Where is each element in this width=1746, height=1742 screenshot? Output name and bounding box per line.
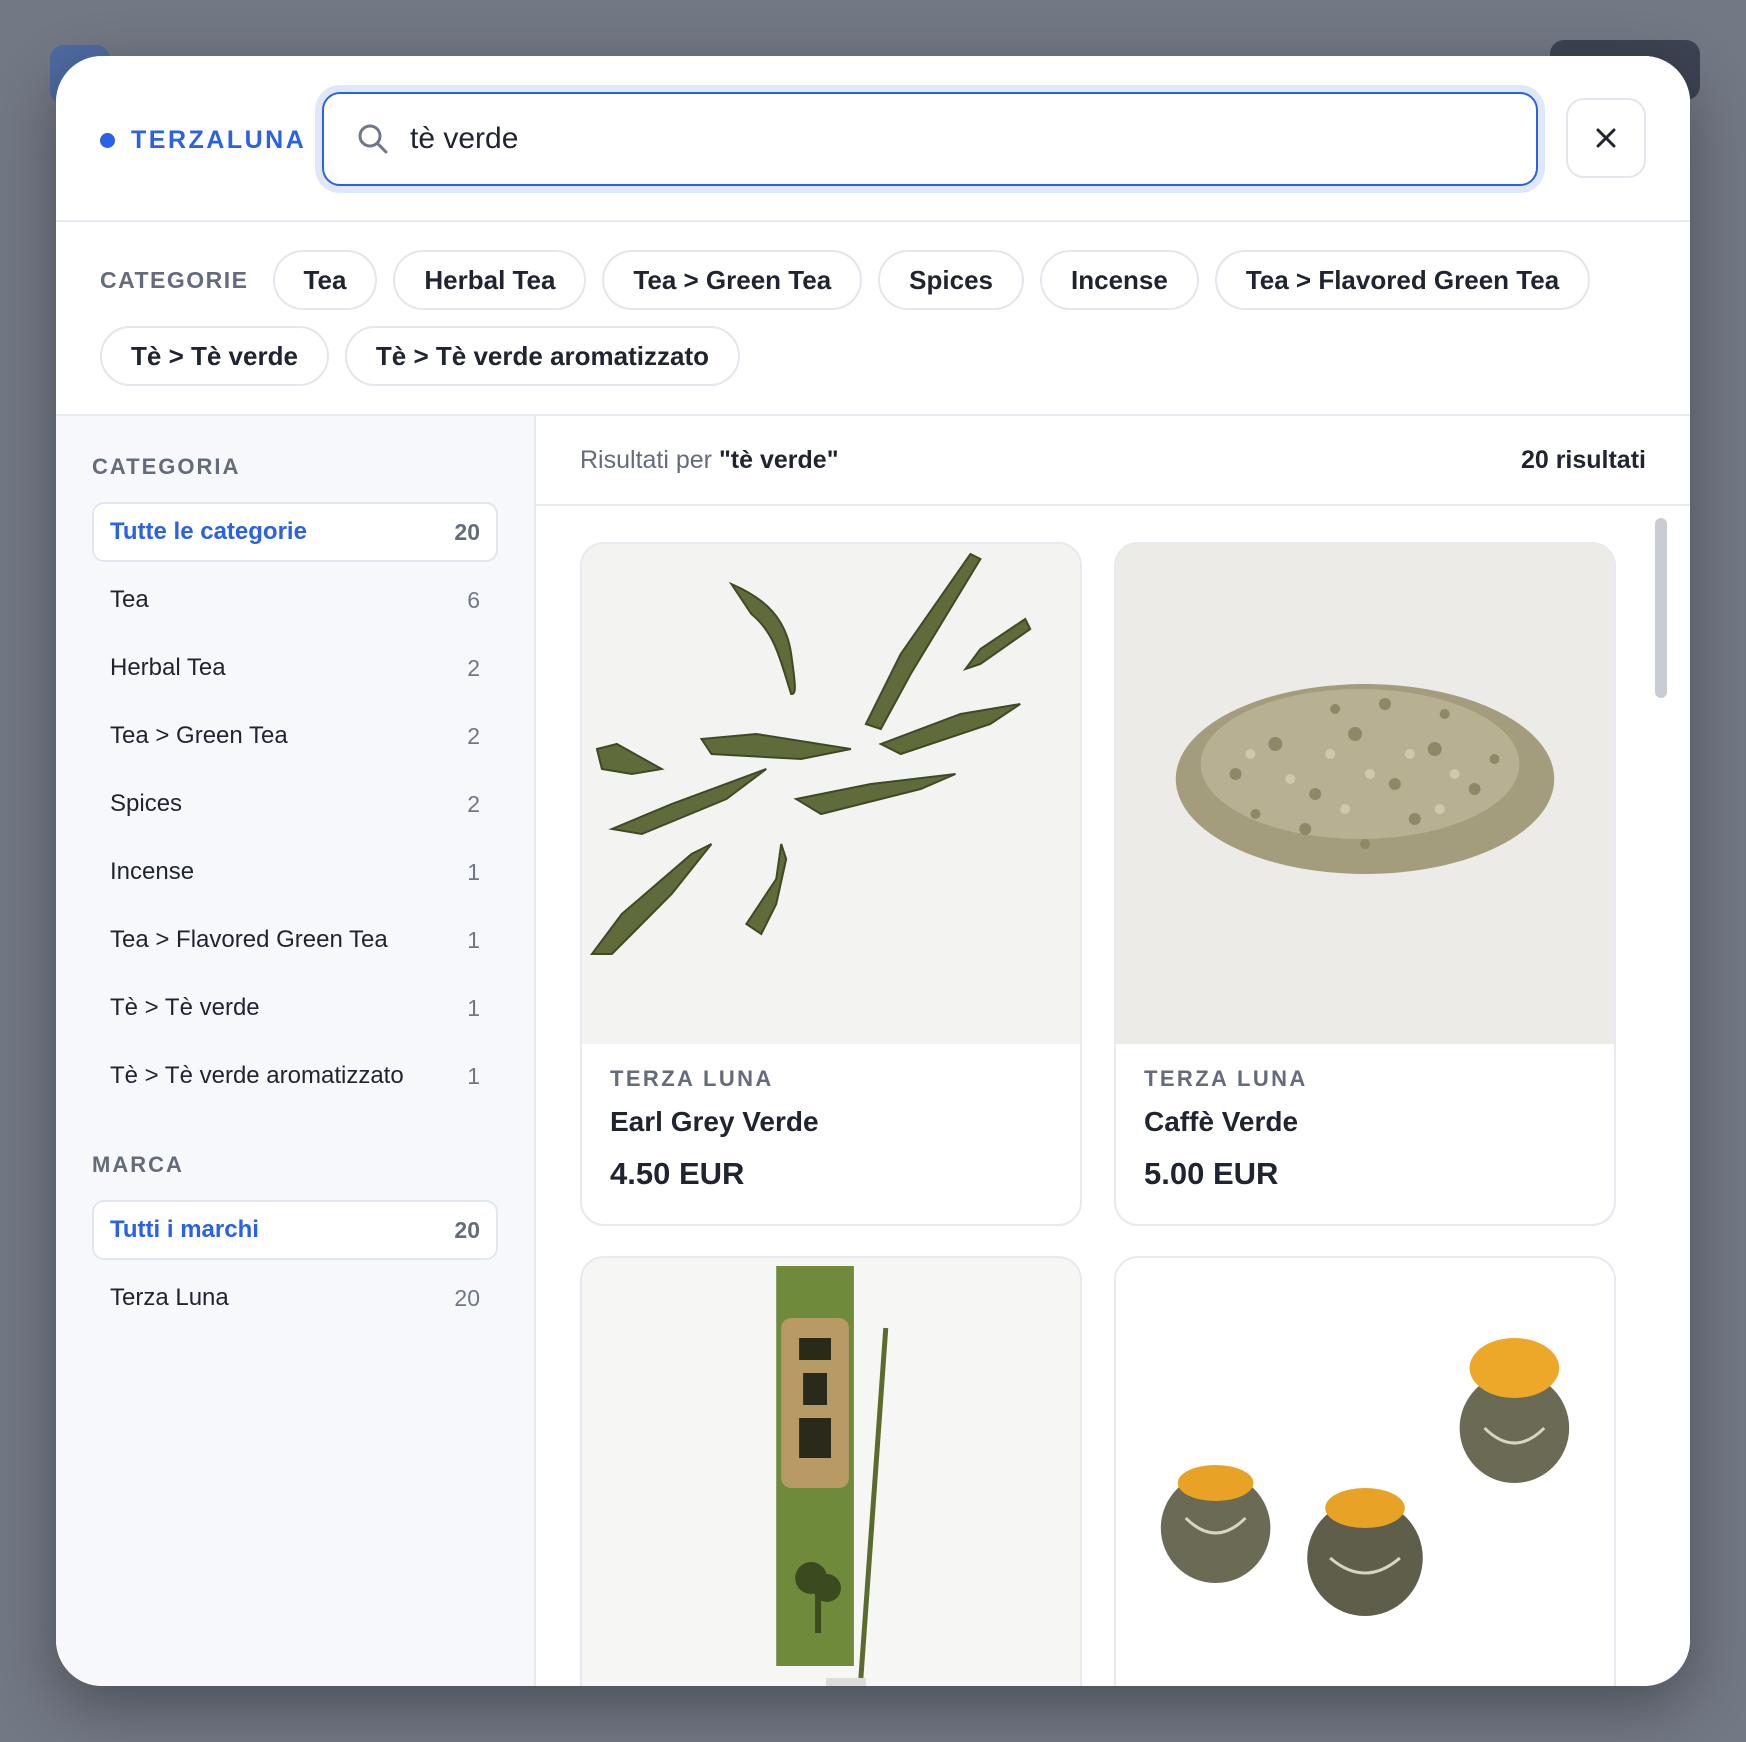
product-image-green-coffee-beans — [1116, 544, 1614, 1044]
product-info: TERZA LUNA Caffè Verde 5.00 EUR — [1116, 1044, 1614, 1224]
chips-label: CATEGORIE — [100, 266, 249, 293]
product-image-green-tea-incense — [582, 1258, 1080, 1686]
facet-label: Spices — [110, 790, 183, 817]
product-card[interactable] — [1114, 1256, 1616, 1686]
product-brand: TERZA LUNA — [610, 1066, 774, 1091]
facet-label: Tè > Tè verde — [110, 994, 260, 1021]
results-query-label: Risultati per "tè verde" — [580, 446, 839, 475]
facet-terza-luna[interactable]: Terza Luna 20 — [92, 1268, 498, 1328]
facet-count: 20 — [454, 1216, 480, 1243]
chip-incense[interactable]: Incense — [1040, 250, 1199, 310]
facet-label: Tè > Tè verde aromatizzato — [110, 1062, 404, 1089]
facet-count: 6 — [467, 586, 480, 613]
product-name: Caffè Verde — [1144, 1106, 1299, 1137]
product-price: 4.50 EUR — [610, 1156, 745, 1191]
results-scrollbar[interactable] — [1650, 510, 1672, 1686]
product-card[interactable]: TERZA LUNA Earl Grey Verde 4.50 EUR — [580, 542, 1082, 1226]
chip-tea-green-tea[interactable]: Tea > Green Tea — [602, 250, 863, 310]
category-facet-list: Tutte le categorie 20 Tea 6 Herbal Tea 2 Te… — [92, 502, 498, 1106]
facet-count: 2 — [467, 722, 480, 749]
facet-tea-green-tea[interactable]: Tea > Green Tea 2 — [92, 706, 498, 766]
product-name: Earl Grey Verde — [610, 1106, 819, 1137]
facet-label: Incense — [110, 858, 195, 885]
chip-herbal-tea[interactable]: Herbal Tea — [393, 250, 587, 310]
facet-incense[interactable]: Incense 1 — [92, 842, 498, 902]
search-header: TERZALUNA — [56, 56, 1690, 222]
facet-count: 2 — [467, 790, 480, 817]
product-price: 5.00 EUR — [1144, 1156, 1279, 1191]
facet-tea[interactable]: Tea 6 — [92, 570, 498, 630]
facet-count: 1 — [467, 926, 480, 953]
facet-count: 2 — [467, 654, 480, 681]
facet-count: 20 — [454, 1284, 480, 1311]
product-info: TERZA LUNA Earl Grey Verde 4.50 EUR — [582, 1044, 1080, 1224]
product-grid: TERZA LUNA Earl Grey Verde 4.50 EUR TERZ… — [536, 508, 1656, 1686]
product-image-flowering-tea-balls — [1116, 1258, 1614, 1686]
product-image-green-tea-leaves — [582, 544, 1080, 1044]
results-header: Risultati per "tè verde" 20 risultati — [536, 416, 1690, 506]
chip-spices[interactable]: Spices — [878, 250, 1024, 310]
product-card[interactable]: TERZA LUNA Caffè Verde 5.00 EUR — [1114, 542, 1616, 1226]
facet-label: Tea > Green Tea — [110, 722, 288, 749]
facet-count: 1 — [467, 858, 480, 885]
facet-label: Tea > Flavored Green Tea — [110, 926, 388, 953]
brand-name: TERZALUNA — [131, 126, 307, 154]
facet-count: 1 — [467, 1062, 480, 1089]
chip-te-te-verde-aromatizzato[interactable]: Tè > Tè verde aromatizzato — [344, 326, 740, 386]
search-icon — [356, 122, 390, 156]
chip-tea[interactable]: Tea — [272, 250, 378, 310]
product-card[interactable] — [580, 1256, 1082, 1686]
filter-sidebar: CATEGORIA Tutte le categorie 20 Tea 6 Herb… — [56, 416, 536, 1686]
facet-tea-flavored-green-tea[interactable]: Tea > Flavored Green Tea 1 — [92, 910, 498, 970]
facet-te-te-verde[interactable]: Tè > Tè verde 1 — [92, 978, 498, 1038]
facet-all-brands[interactable]: Tutti i marchi 20 — [92, 1200, 498, 1260]
facet-count: 20 — [454, 518, 480, 545]
search-box[interactable] — [322, 92, 1538, 186]
facet-label: Terza Luna — [110, 1284, 229, 1311]
brand-dot-icon — [100, 133, 115, 148]
category-heading: CATEGORIA — [92, 454, 241, 479]
facet-te-te-verde-aromatizzato[interactable]: Tè > Tè verde aromatizzato 1 — [92, 1046, 498, 1106]
category-chip-bar: CATEGORIE Tea Herbal Tea Tea > Green Tea… — [56, 222, 1690, 416]
search-modal: TERZALUNA CATEGORIE Tea Herbal Tea Tea >… — [56, 56, 1690, 1686]
search-input[interactable] — [410, 122, 1490, 156]
brand-logo[interactable]: TERZALUNA — [100, 126, 306, 155]
chip-te-te-verde[interactable]: Tè > Tè verde — [100, 326, 329, 386]
chip-tea-flavored-green-tea[interactable]: Tea > Flavored Green Tea — [1214, 250, 1591, 310]
results-panel: Risultati per "tè verde" 20 risultati TE… — [536, 416, 1690, 1686]
facet-herbal-tea[interactable]: Herbal Tea 2 — [92, 638, 498, 698]
facet-spices[interactable]: Spices 2 — [92, 774, 498, 834]
facet-label: Tea — [110, 586, 149, 613]
close-button[interactable] — [1566, 98, 1646, 178]
facet-count: 1 — [467, 994, 480, 1021]
brand-heading: MARCA — [92, 1152, 184, 1177]
results-count: 20 risultati — [1520, 445, 1646, 474]
scrollbar-thumb[interactable] — [1655, 518, 1667, 698]
facet-label: Herbal Tea — [110, 654, 226, 681]
facet-all-categories[interactable]: Tutte le categorie 20 — [92, 502, 498, 562]
brand-facet-list: Tutti i marchi 20 Terza Luna 20 — [92, 1200, 498, 1328]
product-brand: TERZA LUNA — [1144, 1066, 1308, 1091]
results-prefix: Risultati per — [580, 445, 712, 474]
close-icon — [1596, 128, 1616, 148]
facet-label: Tutti i marchi — [110, 1216, 259, 1243]
results-query: "tè verde" — [718, 445, 839, 474]
facet-label: Tutte le categorie — [110, 518, 307, 545]
